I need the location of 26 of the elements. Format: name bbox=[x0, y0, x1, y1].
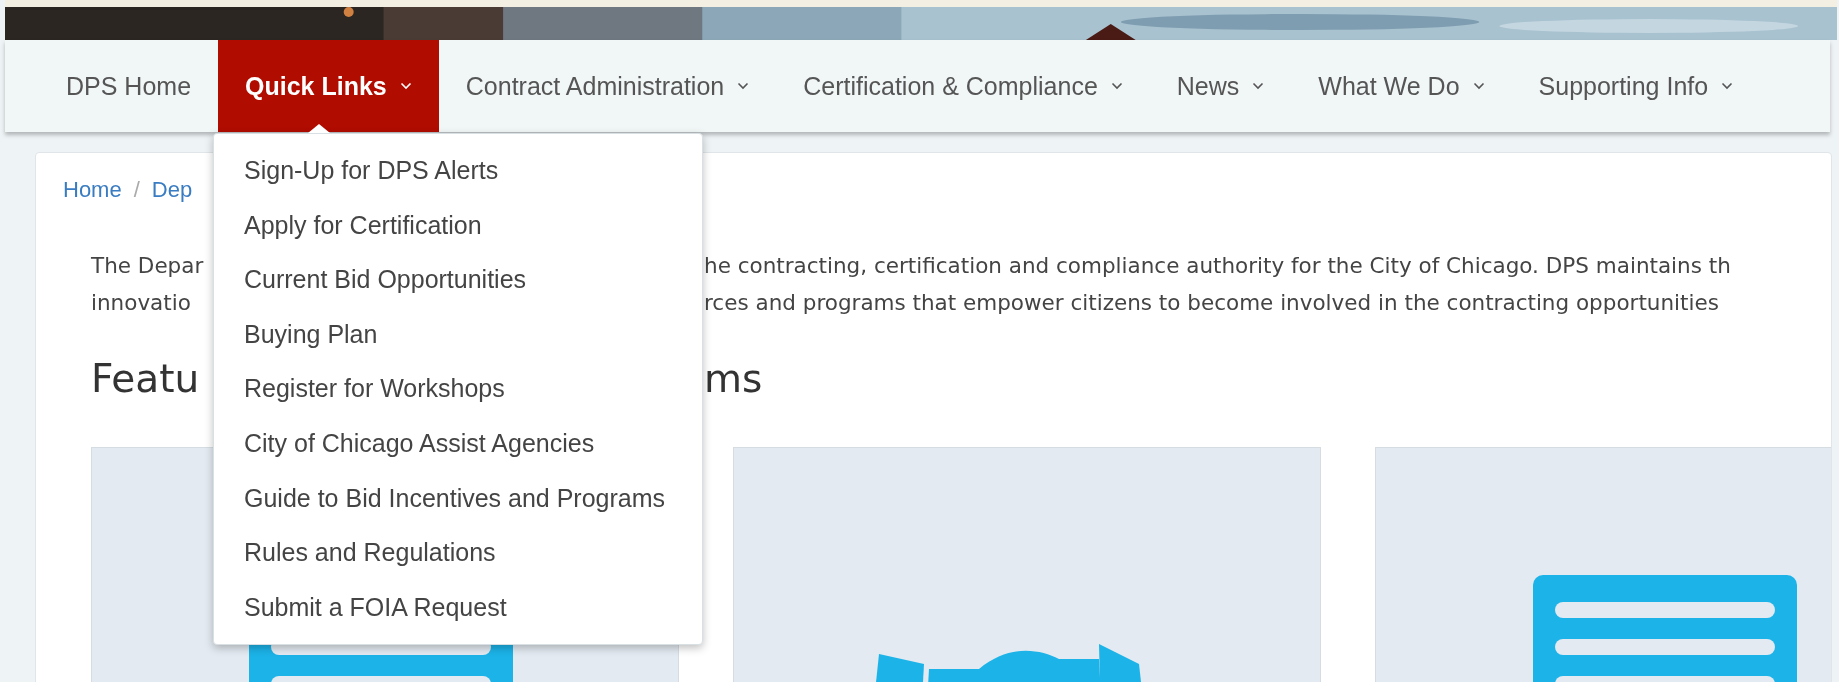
nav-menu-item[interactable]: DPS Home bbox=[39, 40, 219, 132]
nav-menu-item[interactable]: Contract Administration bbox=[438, 40, 777, 132]
menu-item[interactable]: Sign-Up for DPS Alerts bbox=[214, 143, 702, 198]
menu-item[interactable]: Register for Workshops bbox=[214, 361, 702, 416]
paragraph-text: The Depar bbox=[91, 252, 204, 280]
paragraph-text: rces and programs that empower citizens to become involved in the contracting opportunities bbox=[704, 289, 1719, 317]
menu-item[interactable]: Submit a FOIA Request bbox=[214, 579, 702, 635]
menu-item[interactable]: Buying Plan bbox=[214, 306, 702, 362]
breadcrumb-separator: / bbox=[133, 176, 140, 204]
feature-card[interactable] bbox=[733, 447, 1321, 682]
nav-menu-item[interactable]: Supporting Info bbox=[1511, 40, 1761, 132]
paragraph-text: innovatio bbox=[91, 289, 191, 317]
menu-item[interactable]: Current Bid Opportunities bbox=[214, 252, 702, 307]
nav-menu-item[interactable]: Quick Links bbox=[218, 40, 439, 132]
section-heading: Featu bbox=[91, 355, 200, 403]
menu-item[interactable]: City of Chicago Assist Agencies bbox=[214, 415, 702, 471]
menu-item[interactable]: Apply for Certification bbox=[214, 197, 702, 253]
menu-item[interactable]: Guide to Bid Incentives and Programs bbox=[214, 470, 702, 526]
paragraph-text: he contracting, certification and compliance authority for the City of Chicago. DPS maintains th bbox=[704, 252, 1731, 280]
breadcrumb-link[interactable]: Dep bbox=[151, 175, 193, 205]
section-heading: ms bbox=[704, 355, 763, 403]
nav-menu-item[interactable]: Certification & Compliance bbox=[776, 40, 1150, 132]
nav-menu-item[interactable]: What We Do bbox=[1291, 40, 1512, 132]
menu-item[interactable]: Rules and Regulations bbox=[214, 525, 702, 580]
breadcrumb-link[interactable]: Home bbox=[63, 175, 122, 205]
nav-menu-item[interactable]: News bbox=[1149, 40, 1292, 132]
